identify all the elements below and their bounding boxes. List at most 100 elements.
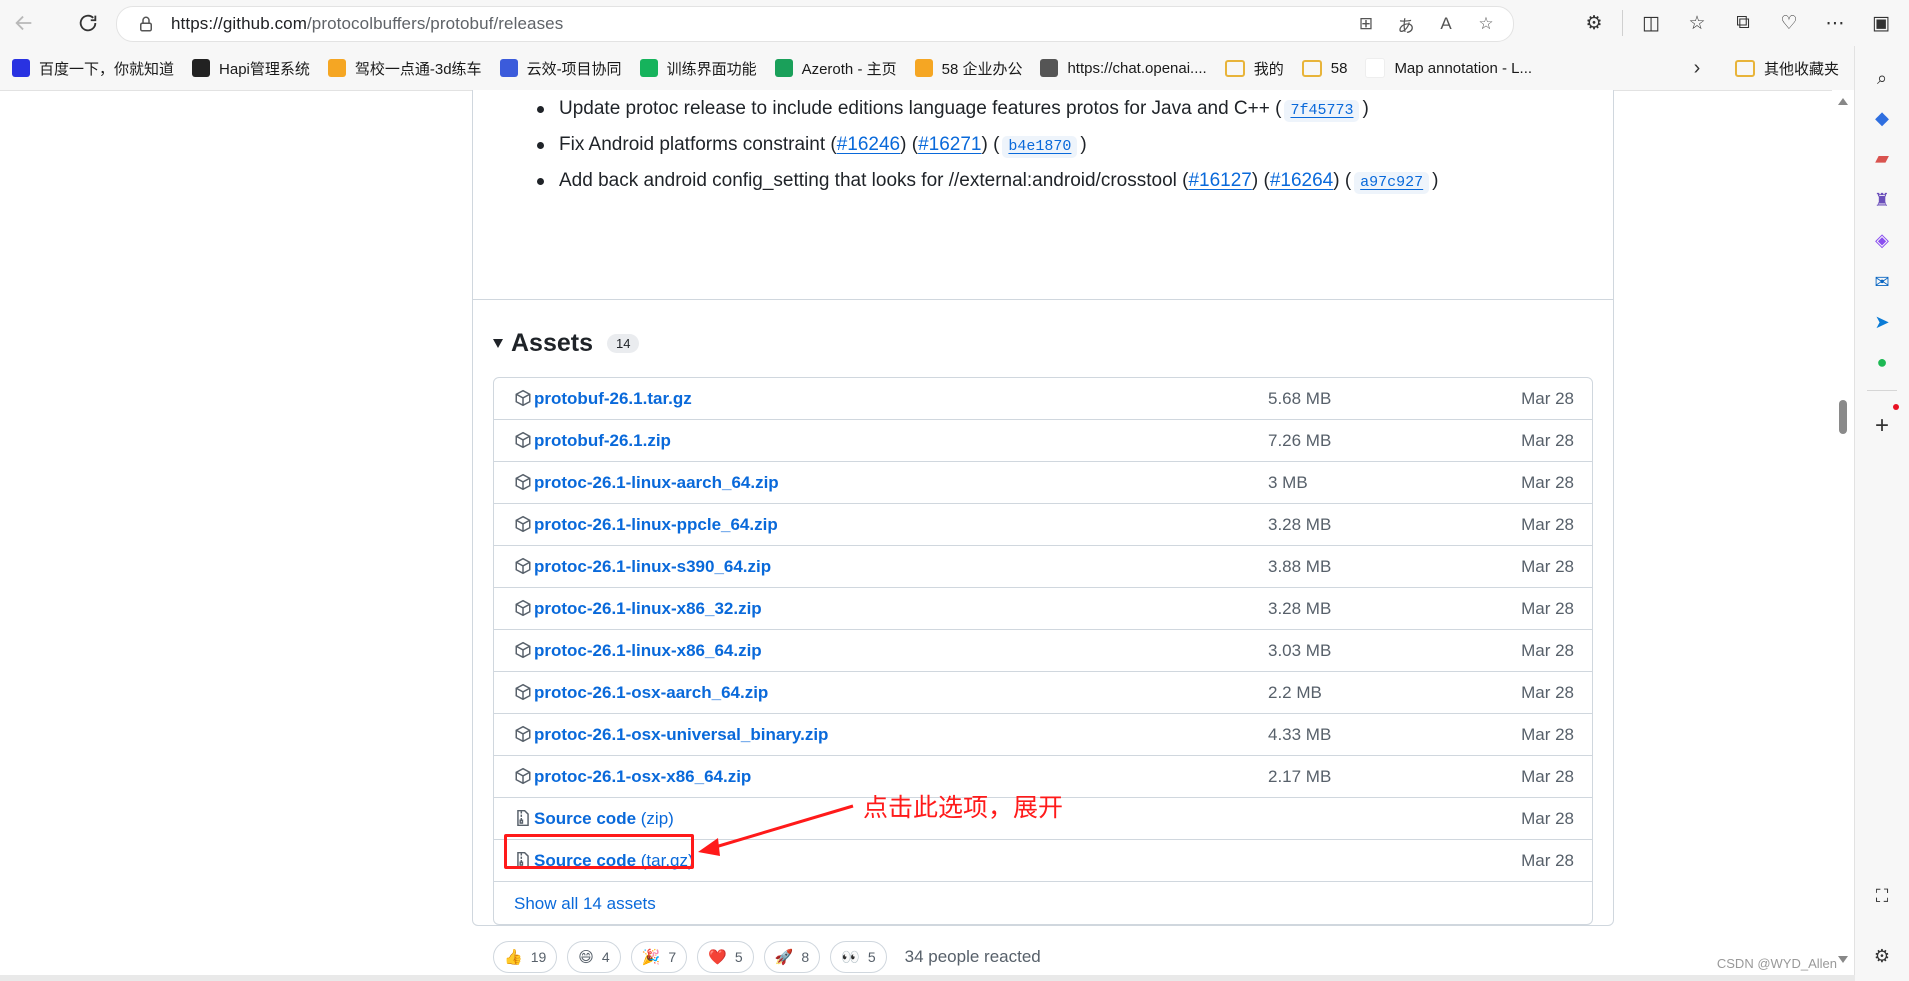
play-icon <box>639 59 658 77</box>
reaction-emoji: 👍 <box>504 949 523 966</box>
bookmark-label: Map annotation - L... <box>1394 59 1533 77</box>
toolbar-divider <box>1622 10 1623 36</box>
settings-gear-icon[interactable]: ⚙ <box>1868 942 1896 970</box>
asset-name-link[interactable]: protoc-26.1-linux-x86_64.zip <box>534 641 762 661</box>
reaction-button[interactable]: 🎉 7 <box>630 941 688 973</box>
bookmark-label: 驾校一点通-3d练车 <box>354 60 482 78</box>
reaction-count: 19 <box>530 949 547 965</box>
favorites-icon[interactable]: ☆ <box>1679 5 1715 41</box>
other-favorites-folder[interactable]: 其他收藏夹 <box>1734 58 1839 79</box>
release-note-end: ) <box>1080 134 1087 155</box>
asset-date: Mar 28 <box>1521 388 1574 408</box>
asset-name-link[interactable]: protoc-26.1-linux-aarch_64.zip <box>534 473 779 493</box>
shopping-tag-icon[interactable]: ◆ <box>1868 104 1896 132</box>
split-screen-icon[interactable]: ◫ <box>1633 5 1669 41</box>
asset-name: protoc-26.1-linux-ppcle_64.zip <box>534 514 778 534</box>
browser-essentials-icon[interactable]: ♡ <box>1771 5 1807 41</box>
scrollbar-thumb[interactable] <box>1839 400 1847 434</box>
commit-sha-link[interactable]: 7f45773 <box>1284 100 1360 122</box>
commit-sha-link[interactable]: b4e1870 <box>1002 136 1078 158</box>
asset-name: protoc-26.1-osx-aarch_64.zip <box>534 682 769 702</box>
reaction-button[interactable]: 😄 4 <box>567 941 621 973</box>
lock-icon <box>140 16 152 32</box>
copilot-icon[interactable]: ◈ <box>1868 226 1896 254</box>
package-icon <box>515 431 531 449</box>
pr-link[interactable]: #16271 <box>918 134 981 155</box>
asset-name-link[interactable]: protoc-26.1-linux-ppcle_64.zip <box>534 515 778 535</box>
asset-name-link[interactable]: protoc-26.1-linux-x86_32.zip <box>534 599 762 619</box>
pr-link[interactable]: #16264 <box>1270 170 1333 191</box>
bookmark-label: 训练界面功能 <box>666 60 757 78</box>
assets-count-badge: 14 <box>607 334 640 353</box>
send-icon[interactable]: ➤ <box>1868 308 1896 336</box>
read-aloud-icon[interactable]: A <box>1433 11 1459 37</box>
horizontal-scrollbar[interactable] <box>0 975 1855 981</box>
back-button[interactable] <box>6 5 42 41</box>
bookmark-item[interactable]: 我的 <box>1224 58 1284 79</box>
h-icon <box>774 59 793 77</box>
bookmark-item[interactable]: 驾校一点通-3d练车 <box>327 58 482 79</box>
pr-link[interactable]: #16127 <box>1188 170 1251 191</box>
bookmark-item[interactable]: https://chat.openai.... <box>1040 59 1207 77</box>
asset-name-link[interactable]: protoc-26.1-osx-aarch_64.zip <box>534 683 768 703</box>
bookmark-item[interactable]: 58 <box>1301 59 1348 77</box>
tools-briefcase-icon[interactable]: ▰ <box>1868 144 1896 172</box>
asset-name-link[interactable]: protobuf-26.1.zip <box>534 431 671 451</box>
asset-name-link[interactable]: protobuf-26.1.tar.gz <box>534 389 692 409</box>
spotify-icon[interactable]: ● <box>1868 348 1896 376</box>
assets-toggle[interactable]: Assets 14 <box>493 329 640 358</box>
bookmark-item[interactable]: Map annotation - L... <box>1365 58 1532 78</box>
reaction-count: 4 <box>601 949 610 965</box>
bookmark-item[interactable]: Hapi管理系统 <box>192 58 310 79</box>
outlook-icon[interactable]: ✉ <box>1868 268 1896 296</box>
scroll-up-arrow-icon[interactable] <box>1838 98 1848 105</box>
pr-link[interactable]: #16246 <box>837 134 900 155</box>
translate-icon[interactable]: あ <box>1393 11 1419 37</box>
address-bar[interactable]: https://github.com/protocolbuffers/proto… <box>116 6 1514 42</box>
reaction-emoji: 😄 <box>578 949 594 966</box>
bookmark-item[interactable]: Azeroth - 主页 <box>774 58 897 79</box>
scroll-down-arrow-icon[interactable] <box>1838 956 1848 963</box>
reaction-button[interactable]: 👀 5 <box>830 941 887 973</box>
chevron-right-icon[interactable]: › <box>1685 57 1709 80</box>
reaction-emoji: 🚀 <box>774 949 794 966</box>
bookmark-label: 58 <box>1330 59 1348 77</box>
asset-name-link[interactable]: protoc-26.1-osx-x86_64.zip <box>534 767 751 787</box>
annotation-highlight-box <box>504 834 694 869</box>
reaction-count: 8 <box>801 949 810 965</box>
add-icon[interactable]: + <box>1868 412 1896 440</box>
page-scrollbar[interactable] <box>1832 90 1854 981</box>
url-text: https://github.com/protocolbuffers/proto… <box>171 14 563 34</box>
collections-icon[interactable]: ⧉ <box>1725 5 1761 41</box>
reaction-button[interactable]: ❤️ 5 <box>697 941 754 973</box>
watermark: CSDN @WYD_Allen <box>1716 956 1837 971</box>
games-icon[interactable]: ♜ <box>1868 186 1896 214</box>
show-all-assets-link[interactable]: Show all 14 assets <box>514 894 656 914</box>
bookmark-item[interactable]: 58 企业办公 <box>914 58 1022 79</box>
sidebar-toggle-icon[interactable]: ▣ <box>1863 5 1899 41</box>
apps-icon[interactable]: ⊞ <box>1353 11 1379 37</box>
assets-title: Assets <box>511 329 593 357</box>
favorite-star-icon[interactable]: ☆ <box>1473 11 1499 37</box>
bookmark-label: Hapi管理系统 <box>219 60 310 78</box>
screenshot-icon[interactable]: ⛶ <box>1868 882 1896 910</box>
reaction-button[interactable]: 👍 19 <box>493 941 558 973</box>
58-icon <box>914 59 933 77</box>
bookmark-item[interactable]: 训练界面功能 <box>639 58 757 79</box>
bookmark-item[interactable]: 百度一下，你就知道 <box>12 58 174 79</box>
asset-name-link[interactable]: protoc-26.1-osx-universal_binary.zip <box>534 725 828 745</box>
bookmark-item[interactable]: 云效-项目协同 <box>499 58 622 79</box>
refresh-button[interactable] <box>70 5 106 41</box>
package-icon <box>515 641 531 659</box>
reaction-button[interactable]: 🚀 8 <box>763 941 821 973</box>
search-icon[interactable]: ⌕ <box>1868 64 1896 92</box>
section-divider <box>473 299 1613 300</box>
annotation-text: 点击此选项，展开 <box>863 794 1064 822</box>
page-content: Update protoc release to include edition… <box>0 90 1832 981</box>
more-menu-icon[interactable]: ⋯ <box>1817 5 1853 41</box>
asset-name-link[interactable]: protoc-26.1-linux-s390_64.zip <box>534 557 771 577</box>
asset-name-link[interactable]: Source code (zip) <box>534 809 674 829</box>
asset-name: Source code <box>534 808 637 828</box>
commit-sha-link[interactable]: a97c927 <box>1354 172 1430 194</box>
extensions-icon[interactable]: ⚙ <box>1576 5 1612 41</box>
